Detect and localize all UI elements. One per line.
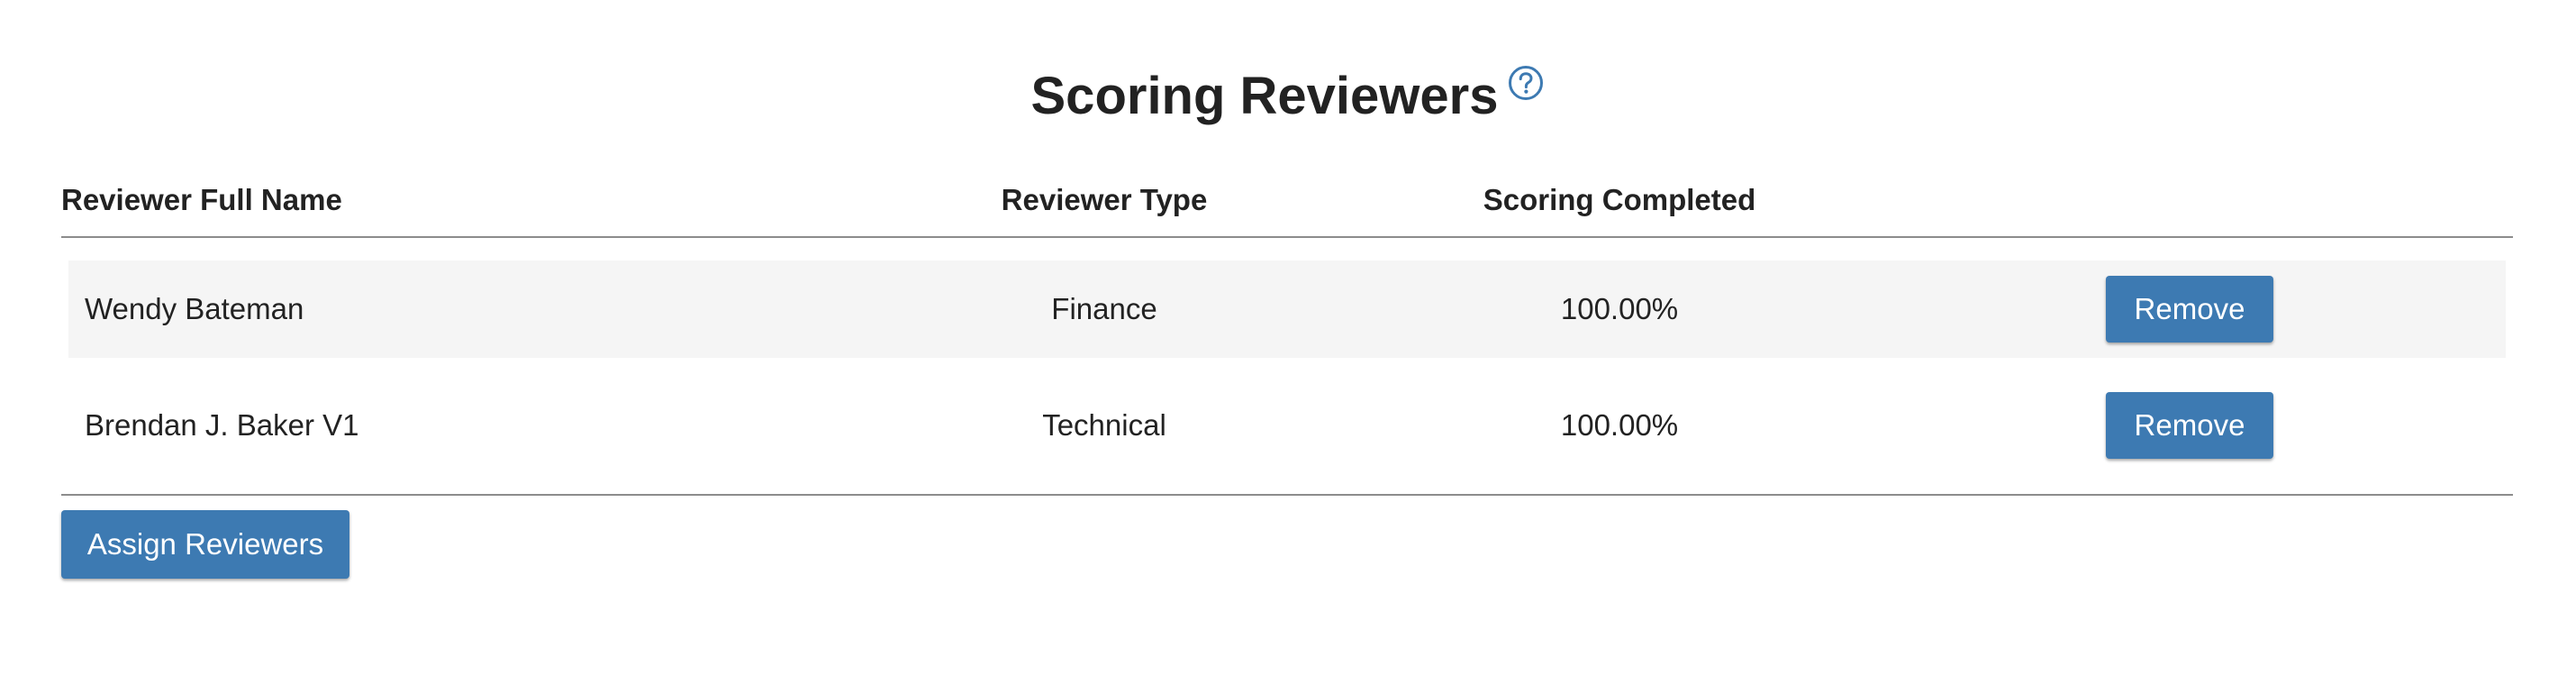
column-header-scoring-completed[interactable]: Scoring Completed (1439, 177, 1800, 224)
help-icon[interactable] (1508, 65, 1544, 101)
page-title: Scoring Reviewers (1030, 67, 1499, 125)
table-bottom-divider (61, 494, 2513, 496)
scoring-completed-cell: 100.00% (1560, 408, 1679, 442)
table-header: Reviewer Full Name Reviewer Type Scoring… (61, 177, 2513, 224)
reviewer-name-cell: Brendan J. Baker V1 (85, 408, 359, 442)
remove-reviewer-button[interactable]: Remove (2106, 392, 2273, 459)
column-header-reviewer-type[interactable]: Reviewer Type (962, 177, 1247, 224)
table-row: Wendy Bateman Finance 100.00% Remove (68, 260, 2506, 358)
question-circle-icon (1508, 66, 1543, 100)
remove-reviewer-button[interactable]: Remove (2106, 276, 2273, 343)
assign-reviewers-button[interactable]: Assign Reviewers (61, 510, 349, 579)
reviewer-type-cell: Finance (1051, 292, 1157, 325)
scoring-reviewers-panel: Scoring Reviewers Reviewer Full Name Rev… (61, 0, 2513, 676)
header-divider (61, 236, 2513, 238)
scoring-completed-cell: 100.00% (1560, 292, 1679, 325)
reviewer-type-cell: Technical (1042, 408, 1166, 442)
table-row: Brendan J. Baker V1 Technical 100.00% Re… (68, 377, 2506, 474)
reviewer-name-cell: Wendy Bateman (85, 292, 304, 325)
title-row: Scoring Reviewers (61, 56, 2513, 137)
column-header-reviewer-full-name[interactable]: Reviewer Full Name (61, 177, 342, 224)
